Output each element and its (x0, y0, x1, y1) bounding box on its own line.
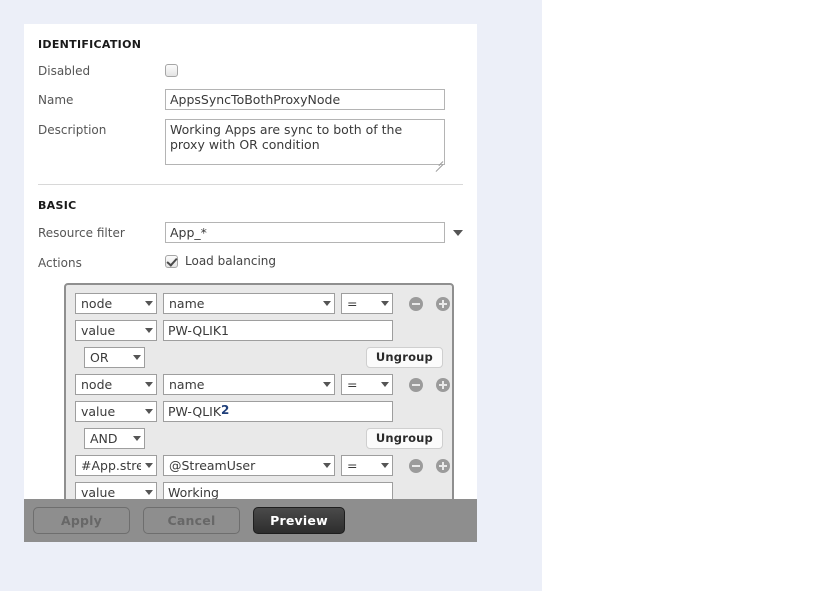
remove-condition-button[interactable] (409, 296, 423, 311)
description-field-row: Description Working Apps are sync to bot… (38, 119, 463, 172)
preview-button[interactable]: Preview (253, 507, 345, 534)
condition-row: #App.stre @StreamUser = (75, 455, 450, 476)
form-action-bar: Apply Cancel Preview (24, 499, 477, 542)
condition-left-select[interactable]: #App.stre (75, 455, 157, 476)
chevron-down-icon (145, 301, 153, 306)
condition-row: node name = (75, 293, 450, 314)
add-condition-button[interactable] (436, 377, 450, 392)
condition-operator-select[interactable]: = (341, 374, 393, 395)
chevron-down-icon[interactable] (453, 229, 463, 236)
name-field-row: Name (38, 89, 463, 110)
condition-operator-value: = (347, 377, 358, 392)
condition-operator-select[interactable]: = (341, 293, 393, 314)
condition-value-row: value (75, 320, 443, 341)
chevron-down-icon (145, 409, 153, 414)
disabled-label: Disabled (38, 64, 91, 78)
description-textarea[interactable]: Working Apps are sync to both of the pro… (165, 119, 445, 165)
condition-builder: node name = value PW-QLIK1 OR Ungroup no… (64, 283, 454, 514)
chevron-down-icon (133, 436, 141, 441)
condition-left-select[interactable]: node (75, 293, 157, 314)
chevron-down-icon (381, 301, 389, 306)
basic-section-title: BASIC (38, 199, 77, 212)
condition-field-select[interactable]: @StreamUser (163, 455, 335, 476)
condition-left-value: #App.stre (81, 458, 141, 473)
actions-field-row: Actions Load balancing (38, 252, 463, 272)
resource-filter-field-row: Resource filter (38, 222, 463, 243)
chevron-down-icon (381, 382, 389, 387)
condition-left-select[interactable]: node (75, 374, 157, 395)
annotation-marker-2: 2 (221, 403, 230, 417)
disabled-field-row: Disabled (38, 61, 463, 80)
condition-value-input[interactable] (163, 401, 393, 422)
value-type-select[interactable]: value (75, 401, 157, 422)
logic-operator-select[interactable]: OR (84, 347, 145, 368)
cancel-button[interactable]: Cancel (143, 507, 240, 534)
resource-filter-label: Resource filter (38, 226, 125, 240)
name-input[interactable] (165, 89, 445, 110)
chevron-down-icon (133, 355, 141, 360)
logic-operator-value: AND (90, 431, 118, 446)
condition-field-value: name (169, 296, 205, 311)
name-label: Name (38, 93, 74, 107)
add-condition-button[interactable] (436, 296, 450, 311)
section-divider (38, 184, 463, 185)
logic-row: OR Ungroup (75, 347, 443, 368)
condition-field-value: @StreamUser (169, 458, 256, 473)
add-condition-button[interactable] (436, 458, 450, 473)
condition-value-row: value 2 (75, 401, 443, 422)
chevron-down-icon (381, 463, 389, 468)
logic-operator-value: OR (90, 350, 109, 365)
load-balancing-checkbox[interactable] (165, 255, 178, 268)
load-balancing-label: Load balancing (185, 254, 277, 268)
remove-condition-button[interactable] (409, 458, 423, 473)
chevron-down-icon (145, 490, 153, 495)
remove-condition-button[interactable] (409, 377, 423, 392)
logic-row: AND Ungroup (75, 428, 443, 449)
condition-field-select[interactable]: name (163, 374, 335, 395)
chevron-down-icon (323, 301, 331, 306)
value-type-label: value (81, 404, 116, 419)
ungroup-button[interactable]: Ungroup (365, 428, 443, 449)
resource-filter-input[interactable] (165, 222, 445, 243)
condition-operator-select[interactable]: = (341, 455, 393, 476)
value-type-label: value (81, 323, 116, 338)
ungroup-button[interactable]: Ungroup (365, 347, 443, 368)
chevron-down-icon (145, 328, 153, 333)
value-type-select[interactable]: value (75, 320, 157, 341)
actions-label: Actions (38, 256, 82, 270)
chevron-down-icon (145, 463, 153, 468)
identification-section-title: IDENTIFICATION (38, 38, 142, 51)
chevron-down-icon (145, 382, 153, 387)
description-label: Description (38, 123, 107, 137)
condition-field-value: name (169, 377, 205, 392)
condition-field-select[interactable]: name (163, 293, 335, 314)
rule-editor-panel: IDENTIFICATION Disabled Name Description… (24, 24, 477, 514)
condition-row: node name = (75, 374, 450, 395)
condition-operator-value: = (347, 296, 358, 311)
condition-left-value: node (81, 377, 113, 392)
condition-operator-value: = (347, 458, 358, 473)
logic-operator-select[interactable]: AND (84, 428, 145, 449)
condition-value-input[interactable] (163, 320, 393, 341)
chevron-down-icon (323, 463, 331, 468)
apply-button[interactable]: Apply (33, 507, 130, 534)
condition-left-value: node (81, 296, 113, 311)
chevron-down-icon (323, 382, 331, 387)
disabled-checkbox[interactable] (165, 64, 178, 77)
